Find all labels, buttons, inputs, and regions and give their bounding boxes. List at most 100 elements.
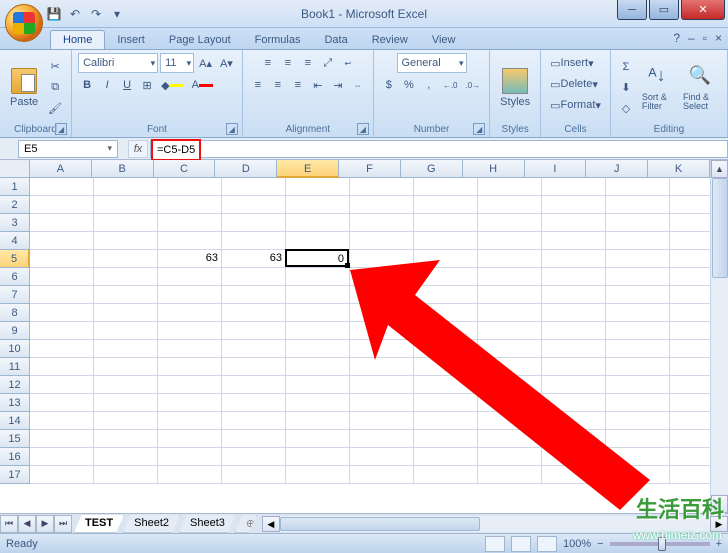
zoom-slider[interactable] [610, 542, 710, 546]
col-header-K[interactable]: K [648, 160, 710, 178]
cell-D16[interactable] [222, 448, 286, 466]
cell-H4[interactable] [478, 232, 542, 250]
zoom-out-button[interactable]: − [597, 538, 603, 550]
tab-page-layout[interactable]: Page Layout [157, 31, 243, 49]
cell-C17[interactable] [158, 466, 222, 484]
cell-G13[interactable] [414, 394, 478, 412]
cell-J8[interactable] [606, 304, 670, 322]
row-header-7[interactable]: 7 [0, 286, 30, 304]
cell-C11[interactable] [158, 358, 222, 376]
cell-B15[interactable] [94, 430, 158, 448]
cell-I15[interactable] [542, 430, 606, 448]
cell-C8[interactable] [158, 304, 222, 322]
maximize-button[interactable]: ▭ [649, 0, 679, 20]
cell-B2[interactable] [94, 196, 158, 214]
cell-F15[interactable] [350, 430, 414, 448]
cell-B1[interactable] [94, 178, 158, 196]
format-cells-button[interactable]: ▭ Format ▾ [547, 95, 604, 115]
cell-H14[interactable] [478, 412, 542, 430]
cell-E12[interactable] [286, 376, 350, 394]
cell-B3[interactable] [94, 214, 158, 232]
currency-button[interactable]: $ [380, 75, 398, 95]
cell-A9[interactable] [30, 322, 94, 340]
cell-D14[interactable] [222, 412, 286, 430]
cell-F7[interactable] [350, 286, 414, 304]
col-header-C[interactable]: C [154, 160, 216, 178]
col-header-H[interactable]: H [463, 160, 525, 178]
cell-H11[interactable] [478, 358, 542, 376]
cell-C10[interactable] [158, 340, 222, 358]
cell-B8[interactable] [94, 304, 158, 322]
delete-cells-button[interactable]: ▭ Delete ▾ [547, 74, 601, 94]
cell-D9[interactable] [222, 322, 286, 340]
align-bottom-button[interactable]: ≡ [299, 53, 317, 73]
cell-A8[interactable] [30, 304, 94, 322]
cell-E11[interactable] [286, 358, 350, 376]
cell-D1[interactable] [222, 178, 286, 196]
cell-H6[interactable] [478, 268, 542, 286]
cell-B17[interactable] [94, 466, 158, 484]
cell-E7[interactable] [286, 286, 350, 304]
cell-J12[interactable] [606, 376, 670, 394]
undo-icon[interactable]: ↶ [66, 5, 84, 23]
cell-G1[interactable] [414, 178, 478, 196]
cell-C14[interactable] [158, 412, 222, 430]
cell-E14[interactable] [286, 412, 350, 430]
fx-button[interactable]: fx [128, 140, 148, 158]
cell-G11[interactable] [414, 358, 478, 376]
vertical-scrollbar[interactable]: ▲ ▼ [710, 160, 728, 513]
hscroll-thumb[interactable] [280, 517, 480, 531]
cell-I8[interactable] [542, 304, 606, 322]
minimize-ribbon-icon[interactable]: – [688, 31, 695, 45]
cell-B16[interactable] [94, 448, 158, 466]
cell-C7[interactable] [158, 286, 222, 304]
cell-C3[interactable] [158, 214, 222, 232]
cell-B4[interactable] [94, 232, 158, 250]
cell-J5[interactable] [606, 250, 670, 268]
cell-G6[interactable] [414, 268, 478, 286]
cell-J7[interactable] [606, 286, 670, 304]
cell-E8[interactable] [286, 304, 350, 322]
copy-button[interactable]: ⧉ [45, 78, 65, 98]
cell-C13[interactable] [158, 394, 222, 412]
cell-F1[interactable] [350, 178, 414, 196]
insert-cells-button[interactable]: ▭ Insert ▾ [547, 53, 596, 73]
col-header-A[interactable]: A [30, 160, 92, 178]
cell-F3[interactable] [350, 214, 414, 232]
cell-C12[interactable] [158, 376, 222, 394]
alignment-launcher-icon[interactable]: ◢ [357, 123, 369, 135]
vscroll-thumb[interactable] [712, 178, 728, 278]
cell-D13[interactable] [222, 394, 286, 412]
cell-D8[interactable] [222, 304, 286, 322]
cell-J2[interactable] [606, 196, 670, 214]
cell-E3[interactable] [286, 214, 350, 232]
cell-I14[interactable] [542, 412, 606, 430]
row-header-1[interactable]: 1 [0, 178, 30, 196]
sheet-nav-first[interactable]: ⏮ [0, 515, 18, 533]
sheet-tab-sheet2[interactable]: Sheet2 [123, 515, 180, 533]
cell-I16[interactable] [542, 448, 606, 466]
cell-F4[interactable] [350, 232, 414, 250]
page-layout-view-button[interactable] [511, 536, 531, 552]
scroll-up-button[interactable]: ▲ [711, 160, 728, 178]
cell-F13[interactable] [350, 394, 414, 412]
cell-I6[interactable] [542, 268, 606, 286]
cell-F2[interactable] [350, 196, 414, 214]
cell-H9[interactable] [478, 322, 542, 340]
italic-button[interactable]: I [98, 75, 116, 95]
wrap-text-button[interactable]: ↩ [339, 53, 357, 73]
zoom-percent[interactable]: 100% [563, 538, 591, 550]
close-button[interactable]: ✕ [681, 0, 725, 20]
cell-F17[interactable] [350, 466, 414, 484]
page-break-view-button[interactable] [537, 536, 557, 552]
cell-E9[interactable] [286, 322, 350, 340]
cell-G10[interactable] [414, 340, 478, 358]
merge-center-button[interactable]: ⇔ [349, 75, 367, 95]
align-top-button[interactable]: ≡ [259, 53, 277, 73]
cell-A2[interactable] [30, 196, 94, 214]
fill-color-button[interactable]: ◆ [158, 75, 186, 95]
cell-H10[interactable] [478, 340, 542, 358]
tab-formulas[interactable]: Formulas [243, 31, 313, 49]
cell-J6[interactable] [606, 268, 670, 286]
cell-J15[interactable] [606, 430, 670, 448]
